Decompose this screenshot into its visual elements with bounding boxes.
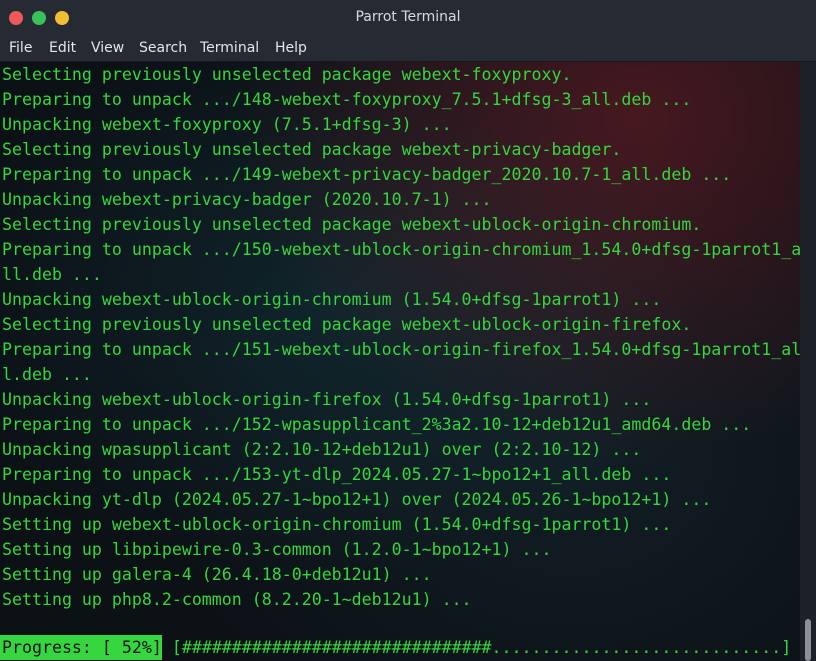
terminal-line: ll.deb ... [2, 265, 102, 284]
menu-edit[interactable]: Edit [49, 40, 76, 56]
terminal-line: Preparing to unpack .../151-webext-ubloc… [2, 340, 802, 359]
terminal-output[interactable]: Selecting previously unselected package … [0, 62, 802, 661]
terminal-line: Preparing to unpack .../150-webext-ubloc… [2, 240, 802, 259]
window-title: Parrot Terminal [355, 9, 461, 25]
progress-label: Progress: [ 52%] [0, 635, 162, 660]
terminal-line: Unpacking wpasupplicant (2:2.10-12+deb12… [2, 440, 642, 459]
terminal-line: Unpacking webext-ublock-origin-firefox (… [2, 390, 652, 409]
terminal-line: Setting up php8.2-common (8.2.20-1~deb12… [2, 590, 472, 609]
terminal-line: Selecting previously unselected package … [2, 140, 622, 159]
terminal-line: Selecting previously unselected package … [2, 215, 702, 234]
terminal-line: Selecting previously unselected package … [2, 315, 692, 334]
menu-file[interactable]: File [9, 40, 32, 56]
terminal-line: Unpacking webext-ublock-origin-chromium … [2, 290, 662, 309]
progress-row: Progress: [ 52%] [######################… [0, 635, 791, 660]
terminal-line: Unpacking yt-dlp (2024.05.27-1~bpo12+1) … [2, 490, 712, 509]
terminal-line: l.deb ... [2, 365, 92, 384]
scrollbar[interactable] [800, 62, 816, 661]
terminal-line: Unpacking webext-foxyproxy (7.5.1+dfsg-3… [2, 115, 452, 134]
terminal-line: Preparing to unpack .../152-wpasupplican… [2, 415, 752, 434]
menu-view[interactable]: View [91, 40, 124, 56]
terminal-line: Setting up webext-ublock-origin-chromium… [2, 515, 672, 534]
terminal-window: Parrot Terminal File Edit View Search Te… [0, 0, 816, 661]
scrollbar-thumb[interactable] [805, 619, 811, 661]
terminal-line: Setting up galera-4 (26.4.18-0+deb12u1) … [2, 565, 432, 584]
menu-terminal[interactable]: Terminal [200, 40, 259, 56]
menu-help[interactable]: Help [275, 40, 307, 56]
terminal-line: Preparing to unpack .../148-webext-foxyp… [2, 90, 692, 109]
menu-bar: File Edit View Search Terminal Help [0, 36, 816, 62]
terminal-line: Preparing to unpack .../149-webext-priva… [2, 165, 732, 184]
terminal-line: Selecting previously unselected package … [2, 65, 572, 84]
terminal-line: Preparing to unpack .../153-yt-dlp_2024.… [2, 465, 672, 484]
title-bar[interactable]: Parrot Terminal [0, 0, 816, 37]
progress-bar: [###############################........… [171, 638, 792, 657]
terminal-line: Unpacking webext-privacy-badger (2020.10… [2, 190, 492, 209]
terminal-line: Setting up libpipewire-0.3-common (1.2.0… [2, 540, 552, 559]
menu-search[interactable]: Search [139, 40, 187, 56]
